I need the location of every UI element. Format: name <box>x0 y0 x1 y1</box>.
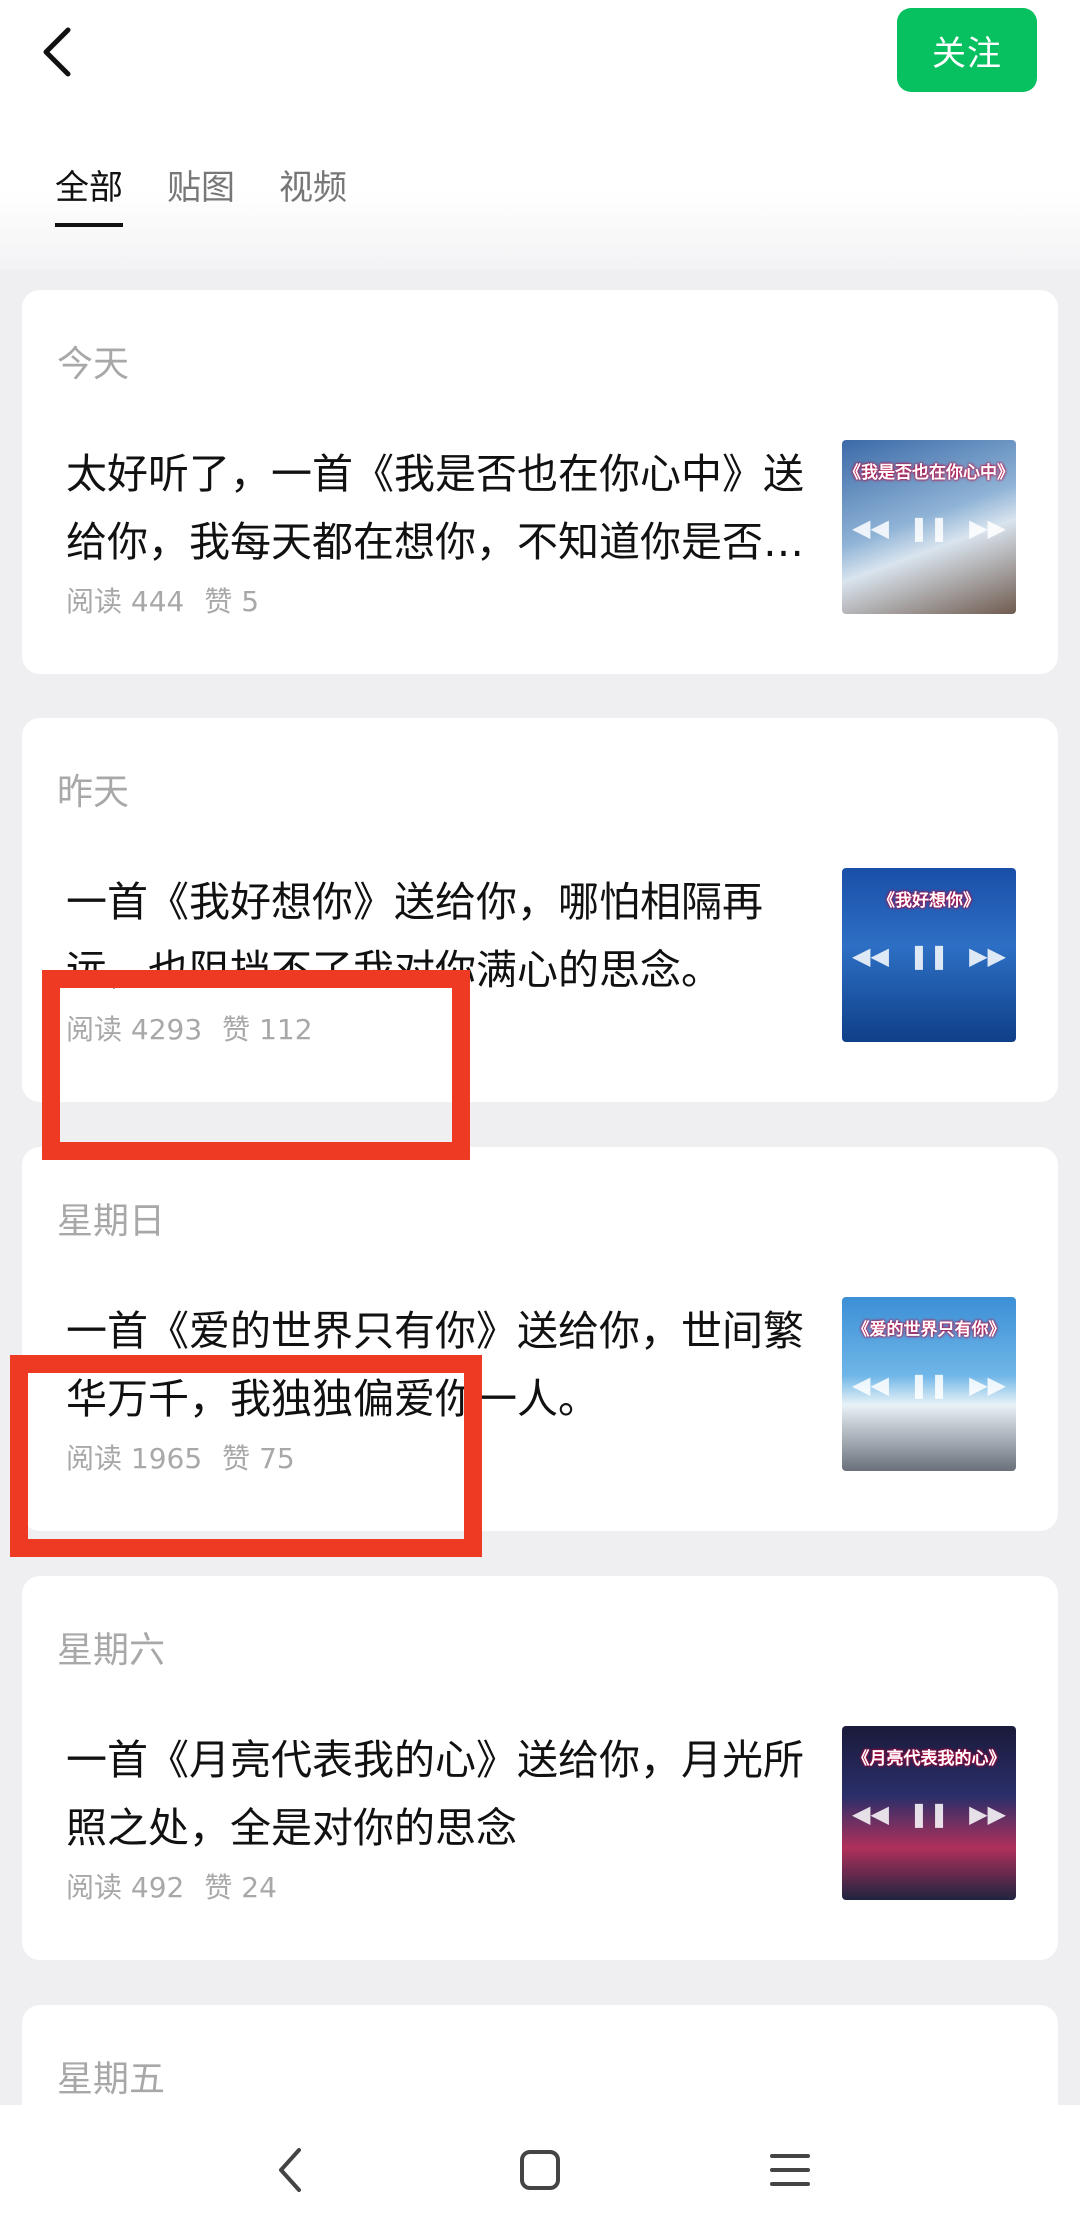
read-count: 阅读 492 <box>66 1871 185 1904</box>
post-title[interactable]: 一首《月亮代表我的心》送给你，月光所照之处，全是对你的思念 <box>66 1726 826 1862</box>
system-nav-bar <box>0 2105 1080 2235</box>
play-pause-icon: ◀◀ ❚❚ ▶▶ <box>851 1371 1006 1399</box>
post-title[interactable]: 太好听了，一首《我是否也在你心中》送给你，我每天都在想你，不知道你是否也在想我 <box>66 440 826 576</box>
post-card[interactable]: 星期六 一首《月亮代表我的心》送给你，月光所照之处，全是对你的思念 阅读 492… <box>22 1576 1058 1960</box>
top-bar: 关注 全部 贴图 视频 <box>0 0 1080 270</box>
post-thumbnail[interactable]: 《月亮代表我的心》 ◀◀ ❚❚ ▶▶ <box>842 1726 1016 1900</box>
nav-back-button[interactable] <box>260 2140 320 2200</box>
post-card[interactable]: 今天 太好听了，一首《我是否也在你心中》送给你，我每天都在想你，不知道你是否也在… <box>22 290 1058 674</box>
tab-videos[interactable]: 视频 <box>279 160 347 227</box>
nav-menu-icon <box>770 2154 810 2186</box>
play-pause-icon: ◀◀ ❚❚ ▶▶ <box>851 942 1006 970</box>
thumbnail-caption: 《我是否也在你心中》 <box>844 463 1014 483</box>
post-date: 星期五 <box>57 2059 166 2100</box>
post-date: 星期六 <box>57 1630 166 1671</box>
post-thumbnail[interactable]: 《我好想你》 ◀◀ ❚❚ ▶▶ <box>842 868 1016 1042</box>
post-date: 昨天 <box>57 772 130 813</box>
tab-all[interactable]: 全部 <box>55 160 123 227</box>
like-count: 赞 24 <box>204 1871 277 1904</box>
tab-bar: 全部 贴图 视频 <box>55 160 347 227</box>
follow-button[interactable]: 关注 <box>897 8 1037 92</box>
nav-menu-button[interactable] <box>760 2140 820 2200</box>
thumbnail-caption: 《月亮代表我的心》 <box>852 1749 1006 1769</box>
nav-home-button[interactable] <box>510 2140 570 2200</box>
like-count: 赞 5 <box>204 585 260 618</box>
back-button[interactable] <box>28 22 88 82</box>
thumbnail-caption: 《我好想你》 <box>878 891 980 911</box>
play-pause-icon: ◀◀ ❚❚ ▶▶ <box>851 514 1006 542</box>
back-arrow-icon <box>43 27 71 77</box>
post-stats: 阅读 444 赞 5 <box>66 580 259 620</box>
highlight-box <box>10 1355 482 1557</box>
nav-home-icon <box>520 2150 560 2190</box>
read-count: 阅读 444 <box>66 585 185 618</box>
play-pause-icon: ◀◀ ❚❚ ▶▶ <box>851 1800 1006 1828</box>
thumbnail-caption: 《爱的世界只有你》 <box>852 1320 1006 1340</box>
tab-images[interactable]: 贴图 <box>167 160 235 227</box>
post-thumbnail[interactable]: 《爱的世界只有你》 ◀◀ ❚❚ ▶▶ <box>842 1297 1016 1471</box>
post-stats: 阅读 492 赞 24 <box>66 1866 277 1906</box>
post-date: 今天 <box>57 344 130 385</box>
post-thumbnail[interactable]: 《我是否也在你心中》 ◀◀ ❚❚ ▶▶ <box>842 440 1016 614</box>
nav-back-icon <box>279 2148 301 2192</box>
highlight-box <box>42 970 470 1160</box>
post-date: 星期日 <box>57 1201 166 1242</box>
